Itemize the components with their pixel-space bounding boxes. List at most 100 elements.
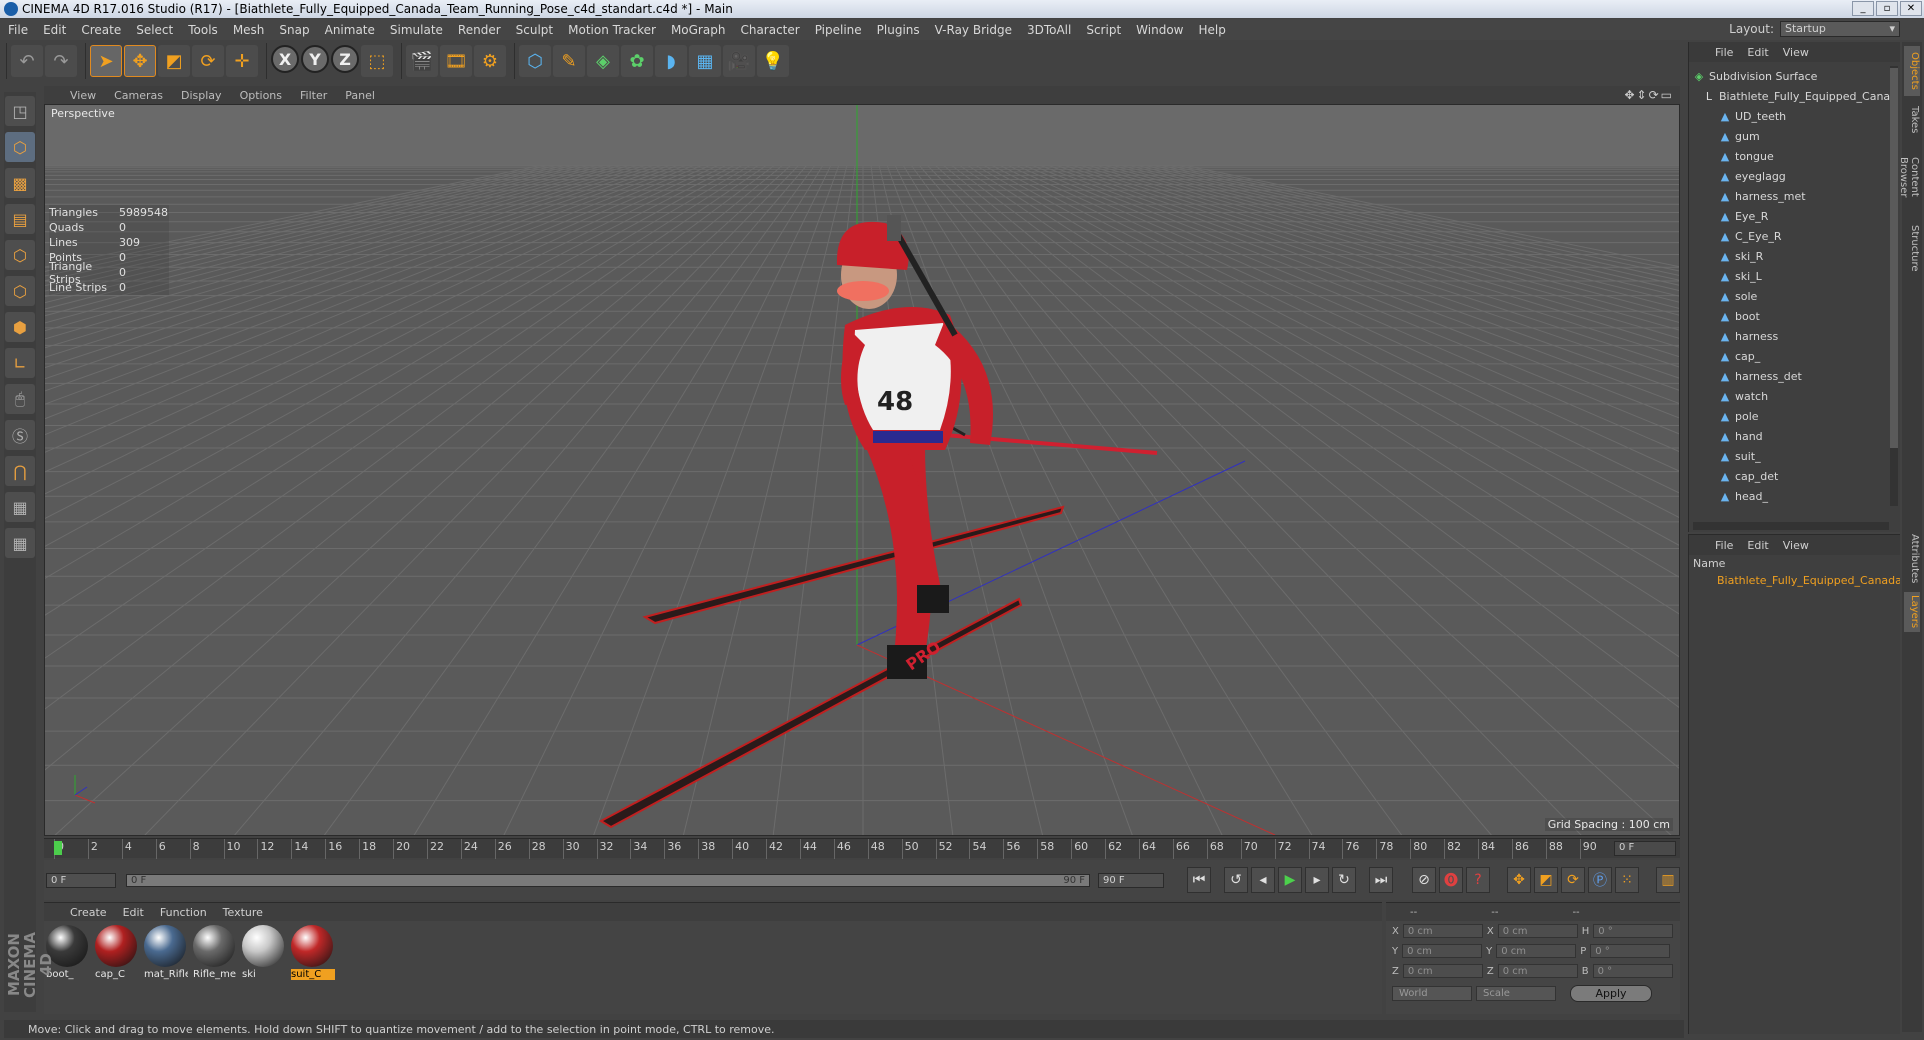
menu-character[interactable]: Character — [740, 23, 799, 37]
material-menu-function[interactable]: Function — [160, 906, 207, 919]
planar-workplane-icon[interactable]: ▦ — [5, 528, 35, 558]
camera-icon[interactable]: 🎥 — [723, 45, 755, 77]
coord-field[interactable]: 0 ° — [1593, 924, 1674, 938]
viewport-nav-icons[interactable]: ✥⇕⟳▭ — [1624, 88, 1674, 102]
coord-transform-dropdown[interactable]: Scale — [1476, 985, 1556, 1001]
coord-mode-dropdown[interactable]: World — [1392, 985, 1472, 1001]
object-item[interactable]: ▲ cap_ — [1689, 346, 1900, 366]
object-item[interactable]: ▲ C_Eye_R — [1689, 226, 1900, 246]
lock-workplane-icon[interactable]: ▦ — [5, 492, 35, 522]
next-key-icon[interactable]: ↻ — [1332, 867, 1356, 893]
material-preview[interactable] — [193, 925, 235, 967]
object-item-subdivision-surface[interactable]: ◈ Subdivision Surface — [1689, 66, 1900, 86]
menu-mesh[interactable]: Mesh — [233, 23, 265, 37]
object-item[interactable]: ▲ tongue — [1689, 146, 1900, 166]
layout-dropdown[interactable]: Startup ▾ — [1780, 21, 1900, 37]
z-axis-icon[interactable]: Z — [331, 45, 359, 73]
material-preview[interactable] — [144, 925, 186, 967]
object-hscrollbar[interactable] — [1693, 522, 1889, 530]
menu-tools[interactable]: Tools — [188, 23, 218, 37]
viewport-menu-panel[interactable]: Panel — [345, 89, 375, 102]
coord-field[interactable]: 0 ° — [1592, 964, 1673, 978]
layer-menu-view[interactable]: View — [1783, 539, 1809, 552]
minimize-button[interactable]: _ — [1852, 1, 1874, 16]
perspective-viewport[interactable]: 48 PRO Perspective Triangles 5989548 Quads 0… — [44, 104, 1680, 836]
object-item[interactable]: ▲ eyeglagg — [1689, 166, 1900, 186]
viewport-menu-view[interactable]: View — [70, 89, 96, 102]
coordinate-system-icon[interactable]: ⬚ — [361, 45, 393, 77]
live-selection-icon[interactable]: ➤ — [90, 45, 122, 77]
object-menu-view[interactable]: View — [1783, 46, 1809, 59]
menu-render[interactable]: Render — [458, 23, 501, 37]
polygons-mode-icon[interactable]: ⬢ — [5, 312, 35, 342]
viewport-camera-label[interactable]: Perspective — [47, 107, 119, 120]
key-position-icon[interactable]: ✥ — [1507, 867, 1531, 893]
cube-icon[interactable]: ⬡ — [519, 45, 551, 77]
maximize-button[interactable]: ▫ — [1876, 1, 1898, 16]
close-button[interactable]: ✕ — [1900, 1, 1922, 16]
object-item[interactable]: ▲ harness_met — [1689, 186, 1900, 206]
coord-field[interactable]: 0 cm — [1402, 944, 1483, 958]
layer-item[interactable]: Biathlete_Fully_Equipped_Canada_T — [1689, 571, 1900, 589]
material-menu-texture[interactable]: Texture — [223, 906, 263, 919]
material-item[interactable]: mat_Rifle — [144, 925, 188, 980]
make-editable-icon[interactable]: ◳ — [5, 96, 35, 126]
viewport-menu-display[interactable]: Display — [181, 89, 222, 102]
side-tab-objects[interactable]: Objects — [1904, 46, 1920, 96]
material-item[interactable]: suit_C — [291, 925, 335, 980]
key-point-level-icon[interactable]: ⁙ — [1615, 867, 1639, 893]
y-axis-icon[interactable]: Y — [301, 45, 329, 73]
play-icon[interactable]: ▶ — [1278, 867, 1302, 893]
coord-field[interactable]: 0 cm — [1496, 944, 1577, 958]
object-scroll-thumb[interactable] — [1890, 68, 1898, 448]
object-item[interactable]: ▲ pole — [1689, 406, 1900, 426]
points-mode-icon[interactable]: ⬡ — [5, 240, 35, 270]
tweak-mode-icon[interactable]: 🖱 — [5, 384, 35, 414]
next-frame-icon[interactable]: ▸ — [1305, 867, 1329, 893]
object-item[interactable]: ▲ boot — [1689, 306, 1900, 326]
timeline-icon[interactable]: ▥ — [1656, 867, 1680, 893]
material-preview[interactable] — [95, 925, 137, 967]
object-item[interactable]: ▲ harness — [1689, 326, 1900, 346]
texture-mode-icon[interactable]: ▩ — [5, 168, 35, 198]
menu-create[interactable]: Create — [81, 23, 121, 37]
side-tab-content-browser[interactable]: Content Browser — [1898, 140, 1920, 214]
model-mode-icon[interactable]: ⬡ — [5, 132, 35, 162]
material-menu-edit[interactable]: Edit — [123, 906, 144, 919]
coord-field[interactable]: 0 cm — [1497, 924, 1578, 938]
layer-menu-file[interactable]: File — [1715, 539, 1733, 552]
edges-mode-icon[interactable]: ⬡ — [5, 276, 35, 306]
viewport-menu-cameras[interactable]: Cameras — [114, 89, 163, 102]
coord-field[interactable]: 0 cm — [1402, 924, 1483, 938]
end-frame-field[interactable]: 90 F — [1098, 872, 1164, 888]
subdivision-icon[interactable]: ◈ — [587, 45, 619, 77]
menu-file[interactable]: File — [8, 23, 28, 37]
menu-animate[interactable]: Animate — [325, 23, 375, 37]
magnet-icon[interactable]: ⋂ — [5, 456, 35, 486]
menu-edit[interactable]: Edit — [43, 23, 66, 37]
key-parameter-icon[interactable]: Ⓟ — [1588, 867, 1612, 893]
timeline-ruler[interactable]: 0246810121416182022242628303234363840424… — [44, 838, 1680, 859]
render-settings-icon[interactable]: ⚙ — [474, 45, 506, 77]
deformer-icon[interactable]: ◗ — [655, 45, 687, 77]
go-to-start-icon[interactable]: ⏮ — [1187, 867, 1211, 893]
object-scrollbar[interactable] — [1890, 66, 1898, 506]
object-menu-file[interactable]: File — [1715, 46, 1733, 59]
menu-3dtoall[interactable]: 3DToAll — [1027, 23, 1071, 37]
x-axis-icon[interactable]: X — [271, 45, 299, 73]
key-rotation-icon[interactable]: ⟳ — [1561, 867, 1585, 893]
recent-tool-icon[interactable]: ✛ — [226, 45, 258, 77]
menu-motion-tracker[interactable]: Motion Tracker — [568, 23, 656, 37]
menu-snap[interactable]: Snap — [279, 23, 309, 37]
pen-spline-icon[interactable]: ✎ — [553, 45, 585, 77]
axis-mode-icon[interactable]: ∟ — [5, 348, 35, 378]
object-item[interactable]: ▲ cap_det — [1689, 466, 1900, 486]
object-item[interactable]: ▲ Eye_R — [1689, 206, 1900, 226]
material-item[interactable]: Rifle_me — [193, 925, 237, 980]
menu-select[interactable]: Select — [136, 23, 173, 37]
material-menu-create[interactable]: Create — [70, 906, 107, 919]
object-menu-edit[interactable]: Edit — [1747, 46, 1768, 59]
object-item[interactable]: ▲ ski_L — [1689, 266, 1900, 286]
object-item[interactable]: ▲ UD_teeth — [1689, 106, 1900, 126]
object-item[interactable]: ▲ sole — [1689, 286, 1900, 306]
